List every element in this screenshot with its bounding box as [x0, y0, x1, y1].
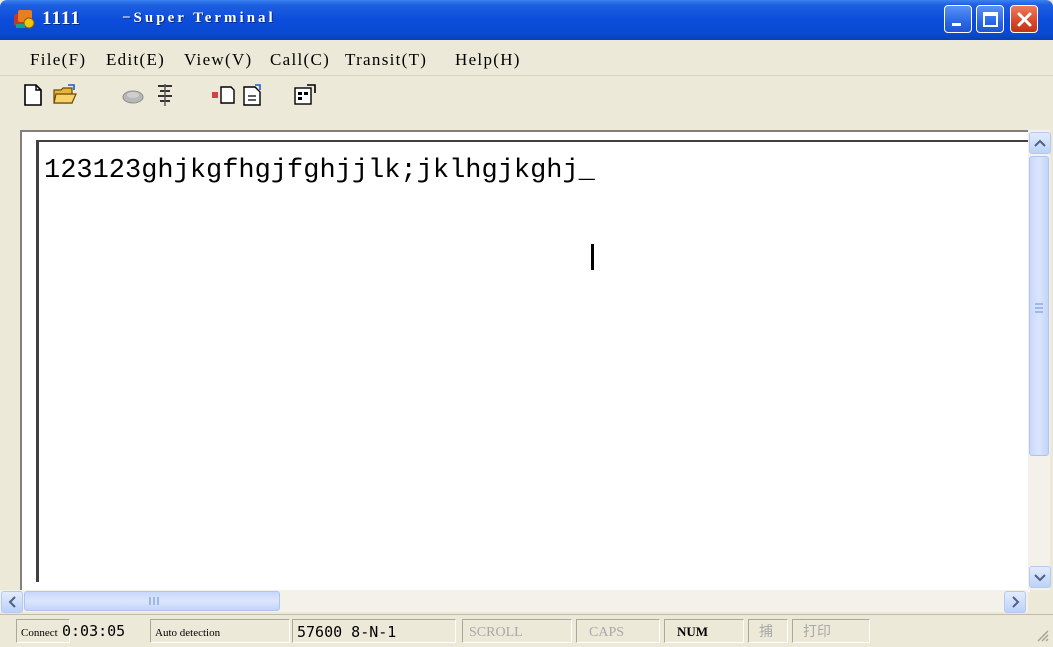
horizontal-scrollbar[interactable] [0, 590, 1028, 613]
status-caps-cell: CAPS [576, 619, 660, 643]
status-capture: 捕 [759, 625, 773, 640]
menu-bar: File(F) Edit(E) View(V) Call(C) Transit(… [0, 40, 1053, 76]
open-folder-icon[interactable] [52, 82, 78, 108]
thumb-grip [149, 597, 151, 605]
status-detection: Auto detection [155, 627, 221, 639]
minimize-button[interactable] [944, 5, 972, 33]
minimize-icon [952, 23, 961, 26]
chevron-left-icon [8, 596, 16, 608]
vertical-scroll-thumb[interactable] [1029, 156, 1049, 456]
status-baud-cell: 57600 8-N-1 [292, 619, 456, 643]
terminal-output-line: 123123ghjkgfhgjfghjjlk;jklhgjkghj_ [44, 156, 595, 186]
status-scroll: SCROLL [469, 625, 523, 640]
send-icon[interactable] [210, 82, 236, 108]
disconnect-icon[interactable] [152, 82, 178, 108]
thumb-grip [157, 597, 159, 605]
resize-grip-icon[interactable] [1036, 629, 1050, 643]
status-num-cell: NUM [664, 619, 744, 643]
status-bar: Connect 0:03:05 Auto detection 57600 8-N… [0, 614, 1053, 647]
thumb-grip [1035, 307, 1043, 309]
status-elapsed-time: 0:03:05 [62, 622, 126, 640]
menu-file[interactable]: File(F) [30, 50, 86, 70]
hyperterminal-app-icon[interactable] [12, 8, 36, 30]
menu-edit[interactable]: Edit(E) [106, 50, 165, 70]
status-capture-cell: 捕 [748, 619, 788, 643]
menu-transit[interactable]: Transit(T) [345, 50, 427, 70]
chevron-down-icon [1034, 574, 1046, 582]
window-title-name: 1111 [42, 8, 81, 29]
status-connection-label: Connect [21, 627, 58, 639]
scroll-up-button[interactable] [1029, 132, 1051, 154]
window-title-app: −Super Terminal [122, 10, 276, 26]
toolbar [0, 76, 1053, 120]
thumb-grip [1035, 311, 1043, 313]
status-caps: CAPS [589, 625, 625, 640]
chevron-right-icon [1012, 596, 1020, 608]
title-bar[interactable]: 1111 −Super Terminal [0, 0, 1053, 40]
call-icon[interactable] [120, 82, 146, 108]
terminal-text-region[interactable]: 123123ghjkgfhgjfghjjlk;jklhgjkghj_ [36, 140, 1039, 582]
status-detection-cell: Auto detection [150, 619, 290, 643]
new-file-icon[interactable] [20, 82, 46, 108]
status-scroll-cell: SCROLL [462, 619, 572, 643]
horizontal-scroll-thumb[interactable] [24, 591, 280, 611]
thumb-grip [153, 597, 155, 605]
scroll-right-button[interactable] [1004, 591, 1026, 613]
menu-call[interactable]: Call(C) [270, 50, 330, 70]
vertical-scrollbar[interactable] [1028, 130, 1051, 590]
scroll-down-button[interactable] [1029, 566, 1051, 588]
status-num: NUM [677, 624, 709, 639]
status-baud: 57600 8-N-1 [297, 623, 397, 641]
thumb-grip [1035, 303, 1043, 305]
menu-help[interactable]: Help(H) [455, 50, 521, 70]
close-button[interactable] [1010, 5, 1038, 33]
close-icon [1017, 12, 1032, 27]
menu-view[interactable]: View(V) [184, 50, 253, 70]
maximize-button[interactable] [976, 5, 1004, 33]
status-elapsed-cell: 0:03:05 [62, 619, 148, 643]
maximize-icon [983, 12, 998, 27]
terminal-area[interactable]: 123123ghjkgfhgjfghjjlk;jklhgjkghj_ [20, 130, 1039, 592]
status-print: 打印 [803, 625, 831, 640]
text-cursor-ibeam [591, 244, 594, 270]
properties-icon[interactable] [292, 82, 318, 108]
receive-icon[interactable] [240, 82, 266, 108]
scroll-left-button[interactable] [1, 591, 23, 613]
chevron-up-icon [1034, 139, 1046, 147]
status-print-cell: 打印 [792, 619, 870, 643]
